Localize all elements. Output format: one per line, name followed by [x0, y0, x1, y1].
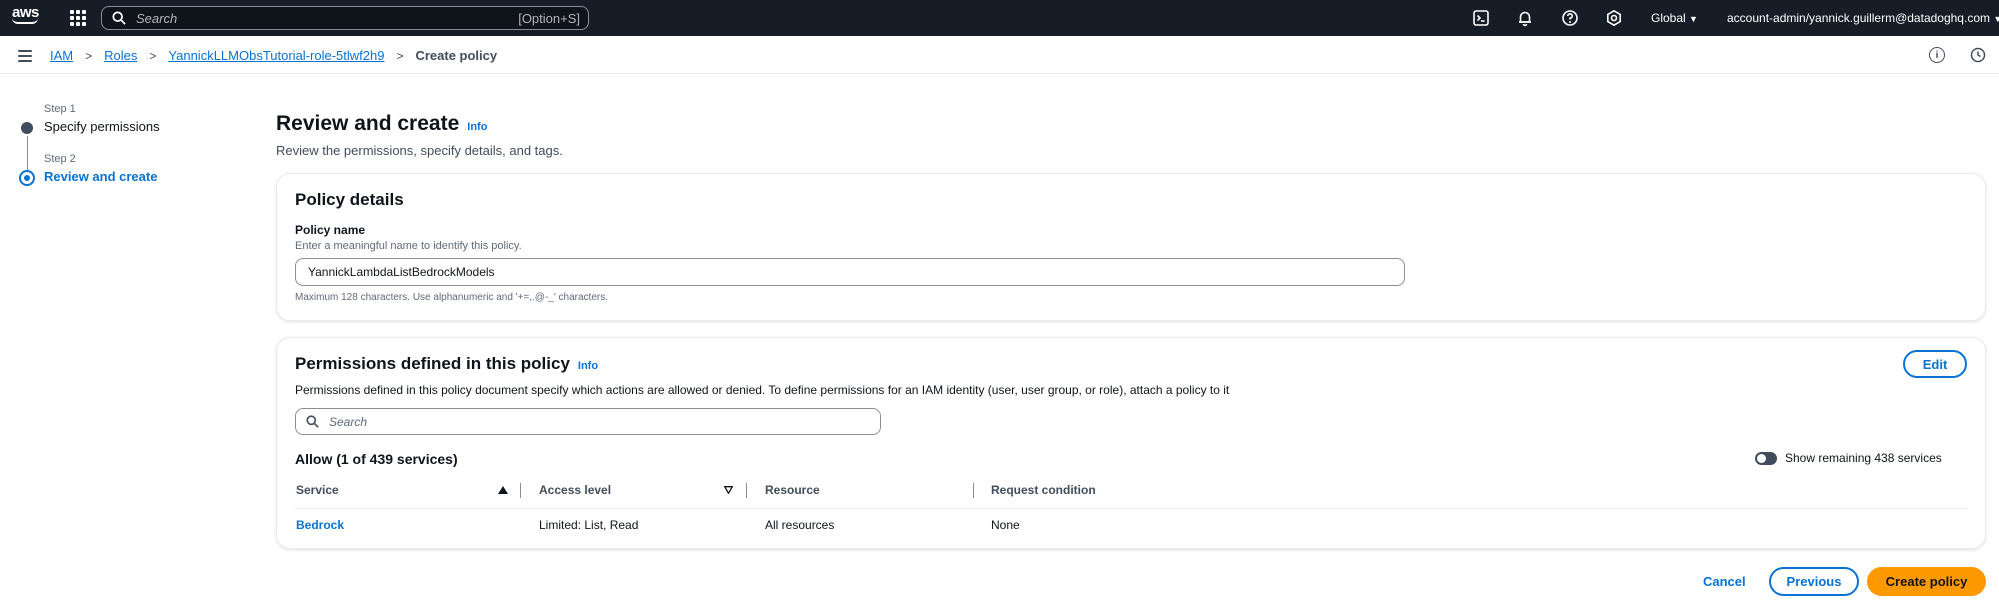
breadcrumb: IAM > Roles > YannickLLMObsTutorial-role… [50, 48, 497, 63]
policy-details-card: Policy details Policy name Enter a meani… [276, 173, 1986, 321]
breadcrumb-current: Create policy [415, 48, 498, 63]
step-1[interactable]: Step 1 Specify permissions [18, 100, 238, 150]
column-divider[interactable] [973, 483, 974, 498]
column-header-resource[interactable]: Resource [765, 483, 820, 497]
account-menu[interactable]: account-admin/yannick.guillerm@datadoghq… [1727, 11, 1999, 25]
search-icon [112, 11, 126, 25]
resource-cell: All resources [765, 518, 835, 532]
step-1-title[interactable]: Specify permissions [44, 119, 160, 134]
history-icon[interactable] [1970, 47, 1986, 63]
chevron-right-icon: > [85, 48, 93, 63]
bell-icon[interactable] [1516, 9, 1534, 27]
column-header-request-condition: Request condition [991, 483, 1096, 497]
top-navigation: aws Search [Option+S] Global ▼ account-a… [0, 0, 1999, 36]
column-header-service[interactable]: Service [296, 483, 339, 497]
info-icon[interactable]: i [1929, 47, 1945, 63]
chevron-right-icon: > [396, 48, 404, 63]
policy-name-constraint: Maximum 128 characters. Use alphanumeric… [295, 292, 608, 303]
menu-icon[interactable] [18, 50, 32, 62]
policy-details-title: Policy details [295, 190, 404, 209]
policy-name-label: Policy name [295, 223, 366, 237]
step-1-indicator [21, 122, 33, 134]
page-description: Review the permissions, specify details,… [276, 143, 563, 158]
create-policy-button[interactable]: Create policy [1867, 567, 1986, 596]
step-2: Step 2 Review and create [18, 150, 238, 200]
table-header-divider [295, 508, 1967, 509]
column-divider[interactable] [746, 483, 747, 498]
toggle-switch[interactable] [1755, 451, 1777, 465]
previous-button[interactable]: Previous [1769, 567, 1859, 596]
edit-button[interactable]: Edit [1903, 350, 1967, 378]
breadcrumb-roles[interactable]: Roles [104, 48, 137, 63]
cloudshell-icon[interactable] [1472, 9, 1490, 27]
column-divider[interactable] [520, 483, 521, 498]
breadcrumb-iam[interactable]: IAM [50, 48, 73, 63]
search-icon [306, 415, 319, 428]
permissions-description: Permissions defined in this policy docum… [295, 383, 1230, 397]
help-icon[interactable] [1561, 9, 1579, 27]
search-shortcut-hint: [Option+S] [518, 10, 580, 26]
service-link-bedrock[interactable]: Bedrock [296, 518, 344, 532]
request-condition-cell: None [991, 518, 1020, 532]
page-info-link[interactable]: Info [467, 121, 487, 133]
global-search-input[interactable]: Search [Option+S] [101, 6, 589, 30]
step-2-title: Review and create [44, 169, 158, 184]
wizard-steps: Step 1 Specify permissions Step 2 Review… [18, 100, 238, 200]
access-level-cell: Limited: List, Read [539, 518, 639, 532]
page-heading: Review and create [276, 112, 460, 135]
global-search-placeholder: Search [136, 10, 178, 26]
permissions-search-placeholder: Search [329, 414, 368, 429]
permissions-info-link[interactable]: Info [578, 360, 598, 372]
show-remaining-toggle[interactable]: Show remaining 438 services [1755, 451, 1942, 465]
chevron-right-icon: > [149, 48, 157, 63]
cancel-button[interactable]: Cancel [1703, 574, 1746, 589]
breadcrumb-role[interactable]: YannickLLMObsTutorial-role-5tlwf2h9 [168, 48, 384, 63]
services-grid-icon[interactable] [70, 10, 86, 26]
sort-descending-icon[interactable] [724, 486, 733, 494]
aws-logo[interactable]: aws [12, 4, 46, 30]
permissions-title-row: Permissions defined in this policy Info [295, 354, 598, 374]
breadcrumb-bar: IAM > Roles > YannickLLMObsTutorial-role… [0, 36, 1999, 74]
settings-icon[interactable] [1605, 9, 1623, 27]
sort-ascending-icon[interactable] [498, 486, 508, 494]
page-title: Review and create Info [276, 112, 487, 136]
policy-name-input[interactable] [295, 258, 1405, 286]
step-2-indicator [19, 170, 35, 186]
step-1-label: Step 1 [44, 103, 76, 115]
step-2-label: Step 2 [44, 153, 76, 165]
toggle-label: Show remaining 438 services [1785, 451, 1942, 465]
allow-services-title: Allow (1 of 439 services) [295, 451, 458, 467]
aws-logo-text: aws [12, 4, 39, 21]
policy-name-hint: Enter a meaningful name to identify this… [295, 240, 522, 252]
permissions-title: Permissions defined in this policy [295, 354, 570, 373]
permissions-search-input[interactable]: Search [295, 408, 881, 435]
permissions-card: Permissions defined in this policy Info … [276, 337, 1986, 549]
region-selector[interactable]: Global ▼ [1651, 11, 1698, 25]
column-header-access-level[interactable]: Access level [539, 483, 611, 497]
